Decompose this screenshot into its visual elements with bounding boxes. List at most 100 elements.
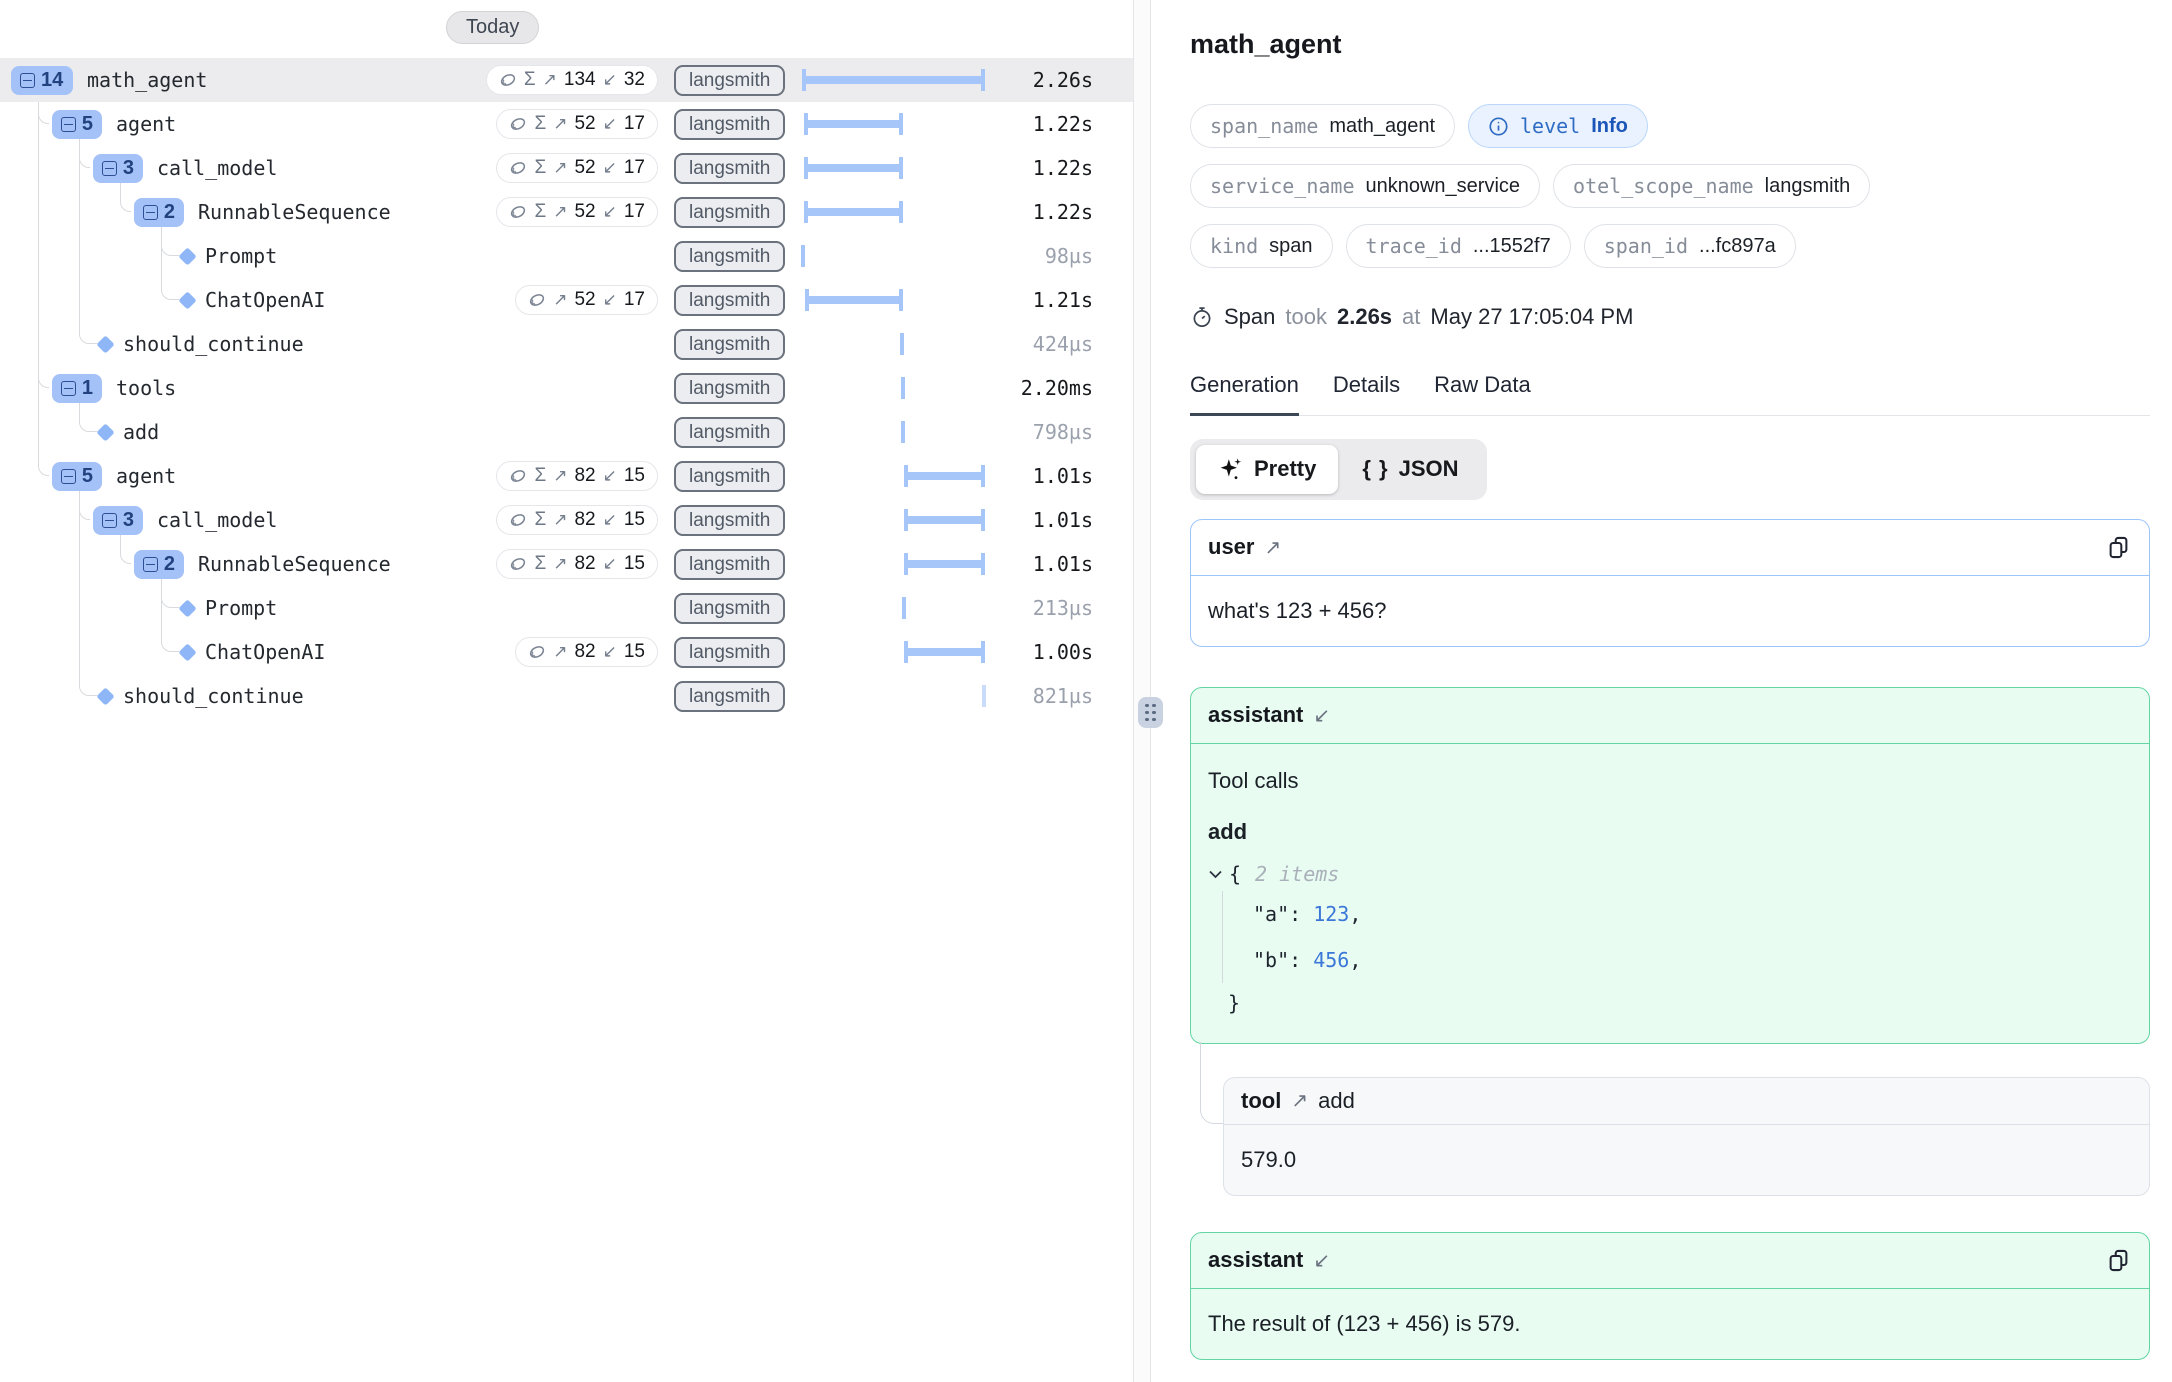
collapse-badge[interactable]: 2: [134, 198, 184, 227]
pretty-toggle-button[interactable]: Pretty: [1196, 445, 1338, 494]
duration-tick: [801, 245, 805, 267]
langsmith-tag: langsmith: [674, 417, 785, 448]
trace-row-ChatOpenAI[interactable]: ChatOpenAI↗52↙17langsmith1.21s: [0, 278, 1133, 322]
waterfall-cell: [802, 190, 985, 234]
span-id-pill: span_id ...fc897a: [1584, 224, 1796, 268]
waterfall-cell: [802, 542, 985, 586]
leaf-diamond-icon: [96, 423, 114, 441]
level-info-pill: level Info: [1468, 104, 1648, 148]
duration-label: 1.22s: [1033, 146, 1093, 190]
leaf-diamond-icon: [178, 247, 196, 265]
span-label: should_continue: [123, 674, 304, 718]
timing-at-word: at: [1402, 304, 1420, 330]
timing-timestamp: May 27 17:05:04 PM: [1430, 304, 1633, 330]
output-tokens: 17: [624, 157, 645, 179]
duration-bar: [805, 289, 903, 311]
json-toggle-button[interactable]: { } JSON: [1340, 445, 1480, 494]
duration-bar: [904, 509, 985, 531]
output-tokens-arrow-icon: ↙: [603, 554, 617, 574]
token-count-pill: Σ↗52↙17: [496, 197, 658, 227]
divider-drag-handle[interactable]: [1138, 697, 1163, 728]
collapse-badge[interactable]: 1: [52, 374, 102, 403]
collapse-badge[interactable]: 3: [93, 154, 143, 183]
collapse-icon: [143, 205, 158, 220]
timing-took-word: took: [1285, 304, 1327, 330]
role-label: tool: [1241, 1088, 1281, 1114]
span-label: Prompt: [205, 234, 277, 278]
trace-row-Prompt[interactable]: Promptlangsmith213µs: [0, 586, 1133, 630]
tab-generation[interactable]: Generation: [1190, 372, 1299, 416]
timing-span-word: Span: [1224, 304, 1275, 330]
collapse-badge[interactable]: 2: [134, 550, 184, 579]
input-tokens: 134: [564, 69, 596, 91]
view-toggle: Pretty { } JSON: [1190, 439, 1487, 500]
collapse-badge[interactable]: 3: [93, 506, 143, 535]
trace-row-ChatOpenAI[interactable]: ChatOpenAI↗82↙15langsmith1.00s: [0, 630, 1133, 674]
collapse-badge[interactable]: 5: [52, 110, 102, 139]
langsmith-tag: langsmith: [674, 549, 785, 580]
waterfall-cell: [802, 102, 985, 146]
trace-row-add[interactable]: addlangsmith798µs: [0, 410, 1133, 454]
tool-args-json: { 2 items "a": 123, "b": 456, }: [1208, 857, 2132, 1023]
role-label: assistant: [1208, 1247, 1303, 1273]
panel-divider[interactable]: [1133, 0, 1151, 1382]
outgoing-arrow-icon: ↗: [1264, 535, 1281, 560]
kind-pill: kind span: [1190, 224, 1333, 268]
trace-row-RunnableSequence[interactable]: 2RunnableSequenceΣ↗82↙15langsmith1.01s: [0, 542, 1133, 586]
input-tokens-arrow-icon: ↗: [553, 158, 567, 178]
duration-bar: [804, 113, 903, 135]
toolcall-connector-line: [1200, 1042, 1223, 1124]
trace-tree: 14math_agentΣ↗134↙32langsmith2.26s5agent…: [0, 0, 1133, 1382]
output-tokens: 32: [624, 69, 645, 91]
span-label: call_model: [157, 498, 277, 542]
duration-label: 821µs: [1033, 674, 1093, 718]
langsmith-tag: langsmith: [674, 109, 785, 140]
copy-button[interactable]: [2105, 1247, 2132, 1274]
sigma-icon: Σ: [534, 465, 546, 487]
user-message-card: user ↗ what's 123 + 456?: [1190, 519, 2150, 647]
leaf-diamond-icon: [178, 291, 196, 309]
output-tokens: 17: [624, 201, 645, 223]
collapse-badge[interactable]: 5: [52, 462, 102, 491]
input-tokens: 82: [574, 641, 595, 663]
role-label: user: [1208, 534, 1254, 560]
collapse-badge[interactable]: 14: [11, 66, 73, 95]
duration-label: 2.26s: [1033, 58, 1093, 102]
collapse-icon: [102, 513, 117, 528]
tool-result-wrapper: tool ↗ add 579.0: [1223, 1077, 2150, 1196]
output-tokens-arrow-icon: ↙: [603, 642, 617, 662]
timing-duration: 2.26s: [1337, 304, 1392, 330]
input-tokens-arrow-icon: ↗: [553, 642, 567, 662]
chevron-down-icon[interactable]: [1208, 869, 1223, 879]
duration-label: 1.22s: [1033, 190, 1093, 234]
token-cost-icon: [509, 555, 527, 573]
duration-bar: [904, 553, 985, 575]
tab-details[interactable]: Details: [1333, 372, 1400, 415]
tool-result-header: tool ↗ add: [1224, 1078, 2149, 1125]
output-tokens-arrow-icon: ↙: [603, 70, 617, 90]
copy-button[interactable]: [2105, 534, 2132, 561]
trace-row-call_model[interactable]: 3call_modelΣ↗52↙17langsmith1.22s: [0, 146, 1133, 190]
trace-row-agent[interactable]: 5agentΣ↗82↙15langsmith1.01s: [0, 454, 1133, 498]
tab-raw-data[interactable]: Raw Data: [1434, 372, 1531, 415]
waterfall-cell: [802, 58, 985, 102]
duration-label: 1.01s: [1033, 498, 1093, 542]
trace-row-Prompt[interactable]: Promptlangsmith98µs: [0, 234, 1133, 278]
trace-row-agent[interactable]: 5agentΣ↗52↙17langsmith1.22s: [0, 102, 1133, 146]
trace-row-call_model[interactable]: 3call_modelΣ↗82↙15langsmith1.01s: [0, 498, 1133, 542]
trace-tree-panel: Today 14math_agentΣ↗134↙32langsmith2.26s…: [0, 0, 1133, 1382]
input-tokens-arrow-icon: ↗: [553, 202, 567, 222]
tool-result-card: tool ↗ add 579.0: [1223, 1077, 2150, 1196]
braces-icon: { }: [1362, 456, 1388, 482]
trace-row-RunnableSequence[interactable]: 2RunnableSequenceΣ↗52↙17langsmith1.22s: [0, 190, 1133, 234]
assistant-toolcall-body: Tool calls add { 2 items "a": 123, "b": …: [1191, 744, 2149, 1043]
trace-row-math_agent[interactable]: 14math_agentΣ↗134↙32langsmith2.26s: [0, 58, 1133, 102]
trace-row-tools[interactable]: 1toolslangsmith2.20ms: [0, 366, 1133, 410]
duration-label: 98µs: [1045, 234, 1093, 278]
duration-label: 1.01s: [1033, 542, 1093, 586]
langsmith-tag: langsmith: [674, 461, 785, 492]
trace-row-should_continue[interactable]: should_continuelangsmith424µs: [0, 322, 1133, 366]
incoming-arrow-icon: ↙: [1313, 1248, 1330, 1273]
attribute-pills: span_name math_agent level Info service_…: [1190, 104, 2150, 268]
trace-row-should_continue[interactable]: should_continuelangsmith821µs: [0, 674, 1133, 718]
